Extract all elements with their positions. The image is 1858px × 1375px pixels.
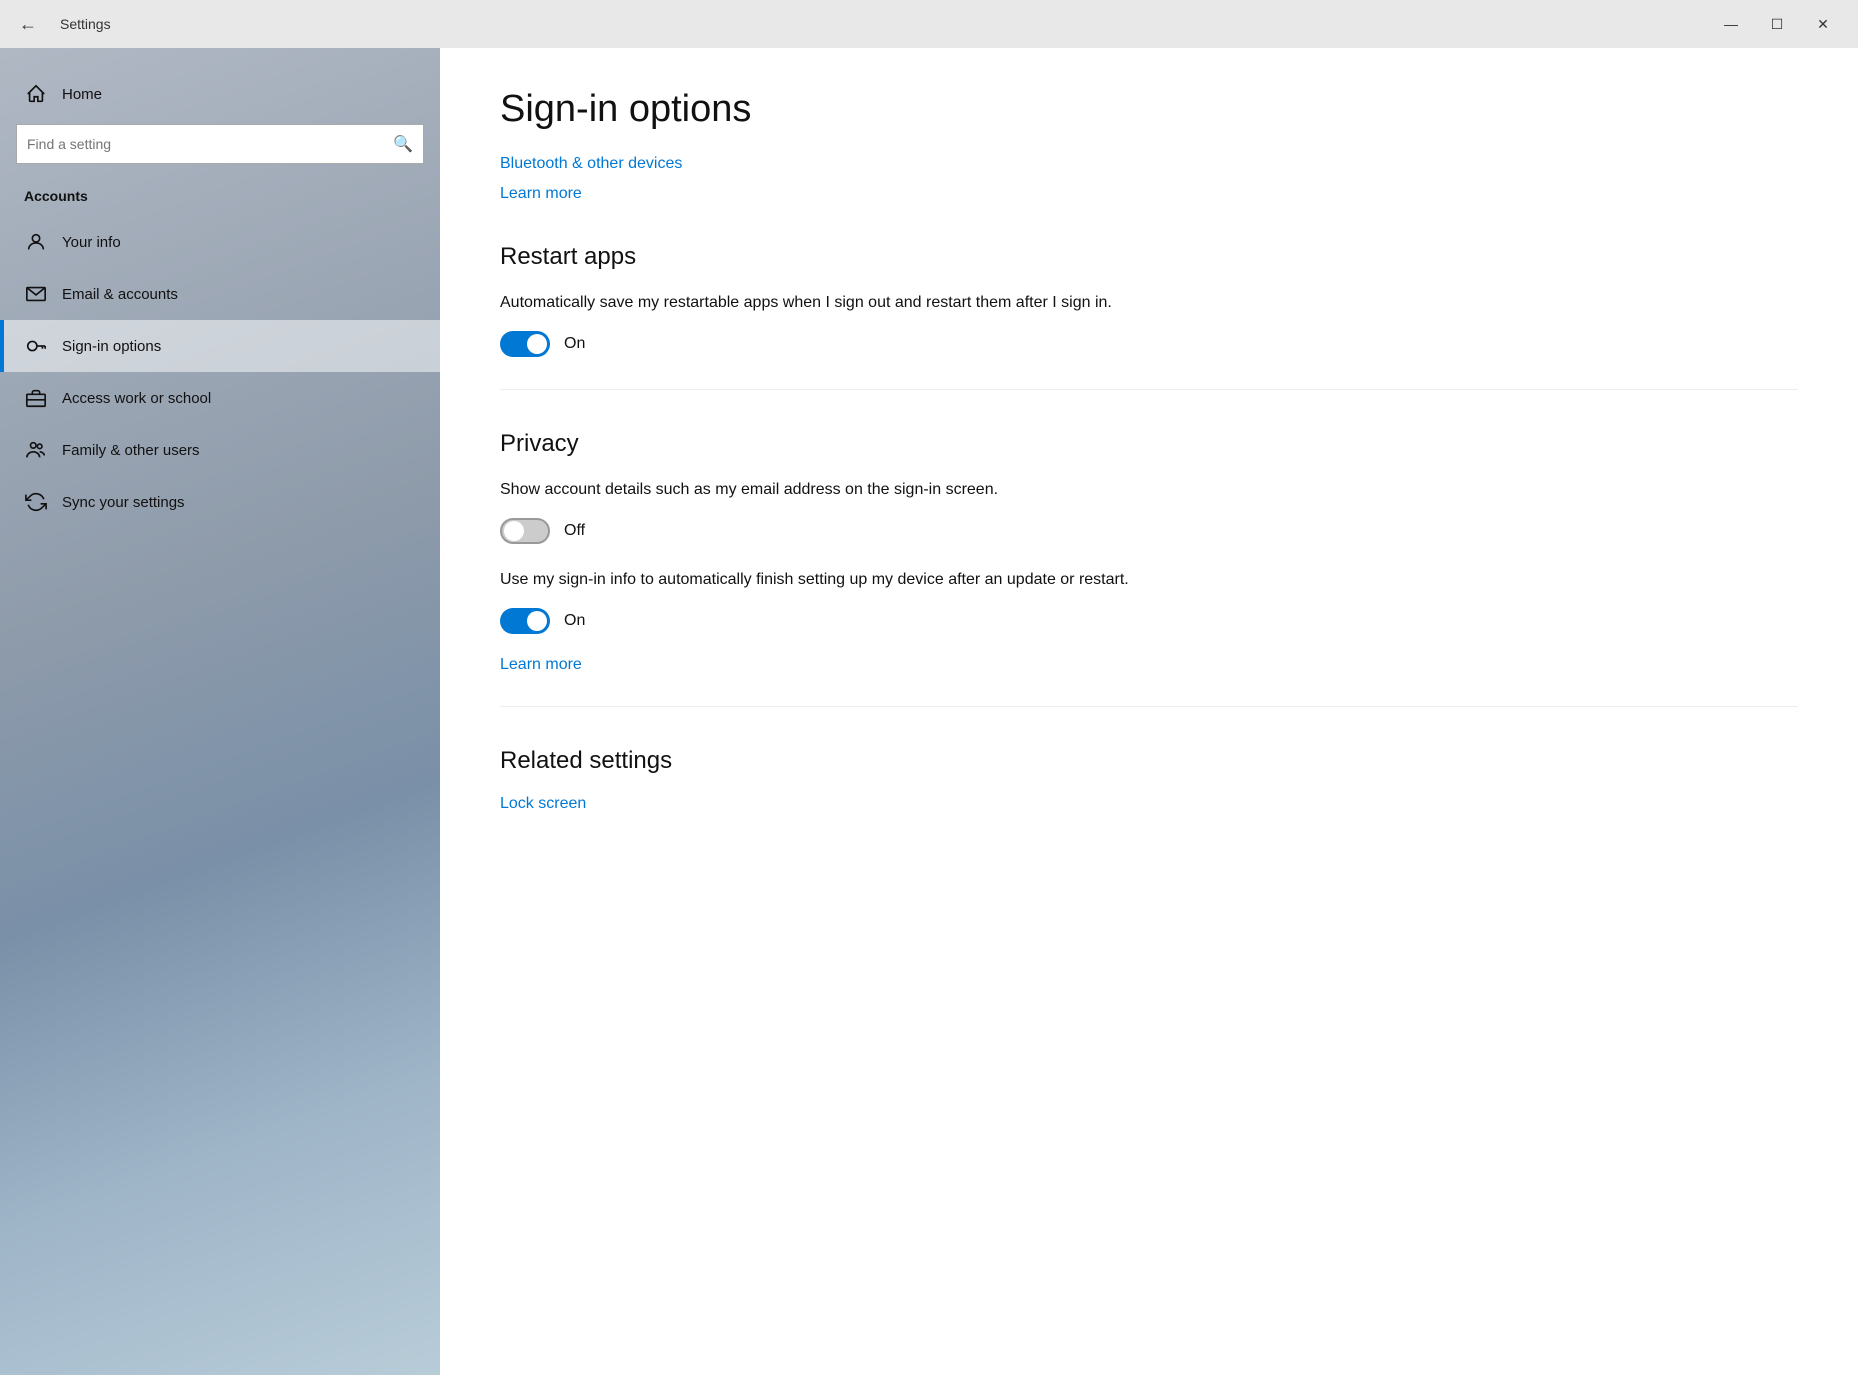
privacy-toggle-1[interactable]: [500, 518, 550, 544]
sidebar-item-home-label: Home: [62, 86, 102, 103]
sidebar-item-sign-in-options[interactable]: Sign-in options: [0, 320, 440, 372]
related-settings-section: Related settings Lock screen: [500, 747, 1798, 821]
sidebar-item-access-work-school[interactable]: Access work or school: [0, 372, 440, 424]
maximize-button[interactable]: ☐: [1754, 0, 1800, 48]
sidebar-item-sign-in-options-label: Sign-in options: [62, 338, 161, 355]
app-body: Home 🔍 Accounts Your info: [0, 48, 1858, 1375]
privacy-toggle2-row: On: [500, 608, 1798, 634]
lock-screen-link[interactable]: Lock screen: [500, 795, 586, 813]
search-box[interactable]: 🔍: [16, 124, 424, 164]
restart-apps-toggle-knob: [527, 334, 547, 354]
learn-more-top-link[interactable]: Learn more: [500, 185, 582, 203]
briefcase-icon: [24, 386, 48, 410]
privacy-toggle-2[interactable]: [500, 608, 550, 634]
restart-apps-title: Restart apps: [500, 243, 1798, 271]
sidebar-item-home[interactable]: Home: [0, 68, 440, 120]
restart-apps-section: Restart apps Automatically save my resta…: [500, 243, 1798, 357]
title-bar: ← Settings — ☐ ✕: [0, 0, 1858, 48]
sync-icon: [24, 490, 48, 514]
person-icon: [24, 230, 48, 254]
privacy-learn-more-link[interactable]: Learn more: [500, 656, 582, 674]
privacy-section: Privacy Show account details such as my …: [500, 430, 1798, 674]
sidebar-item-email-accounts[interactable]: Email & accounts: [0, 268, 440, 320]
privacy-toggle-2-label: On: [564, 612, 585, 630]
divider-2: [500, 706, 1798, 707]
window-controls: — ☐ ✕: [1708, 0, 1846, 48]
page-title: Sign-in options: [500, 88, 1798, 131]
privacy-toggle-1-label: Off: [564, 522, 585, 540]
content-area: Sign-in options Bluetooth & other device…: [440, 48, 1858, 1375]
restart-apps-toggle-label: On: [564, 335, 585, 353]
privacy-desc-2: Use my sign-in info to automatically fin…: [500, 568, 1200, 592]
sidebar-item-your-info[interactable]: Your info: [0, 216, 440, 268]
sidebar-item-your-info-label: Your info: [62, 234, 121, 251]
privacy-toggle1-row: Off: [500, 518, 1798, 544]
bluetooth-devices-link[interactable]: Bluetooth & other devices: [500, 155, 682, 173]
divider-1: [500, 389, 1798, 390]
restart-apps-toggle[interactable]: [500, 331, 550, 357]
search-input[interactable]: [27, 136, 393, 152]
title-bar-controls: ← Settings: [12, 8, 111, 40]
privacy-toggle-2-knob: [527, 611, 547, 631]
sidebar-item-access-work-school-label: Access work or school: [62, 390, 211, 407]
accounts-label: Accounts: [0, 184, 440, 216]
family-icon: [24, 438, 48, 462]
back-button[interactable]: ←: [12, 8, 44, 40]
restart-apps-toggle-row: On: [500, 331, 1798, 357]
sidebar-item-email-accounts-label: Email & accounts: [62, 286, 178, 303]
sidebar-item-family-other-users[interactable]: Family & other users: [0, 424, 440, 476]
key-icon: [24, 334, 48, 358]
sidebar-item-sync-settings-label: Sync your settings: [62, 494, 185, 511]
minimize-button[interactable]: —: [1708, 0, 1754, 48]
sidebar-item-sync-settings[interactable]: Sync your settings: [0, 476, 440, 528]
home-icon: [24, 82, 48, 106]
sidebar: Home 🔍 Accounts Your info: [0, 48, 440, 1375]
privacy-desc-1: Show account details such as my email ad…: [500, 478, 1200, 502]
search-icon: 🔍: [393, 134, 413, 154]
email-icon: [24, 282, 48, 306]
related-settings-title: Related settings: [500, 747, 1798, 775]
restart-apps-description: Automatically save my restartable apps w…: [500, 291, 1200, 315]
title-bar-title: Settings: [60, 16, 111, 32]
sidebar-item-family-other-users-label: Family & other users: [62, 442, 200, 459]
privacy-title: Privacy: [500, 430, 1798, 458]
close-button[interactable]: ✕: [1800, 0, 1846, 48]
privacy-toggle-1-knob: [504, 521, 524, 541]
